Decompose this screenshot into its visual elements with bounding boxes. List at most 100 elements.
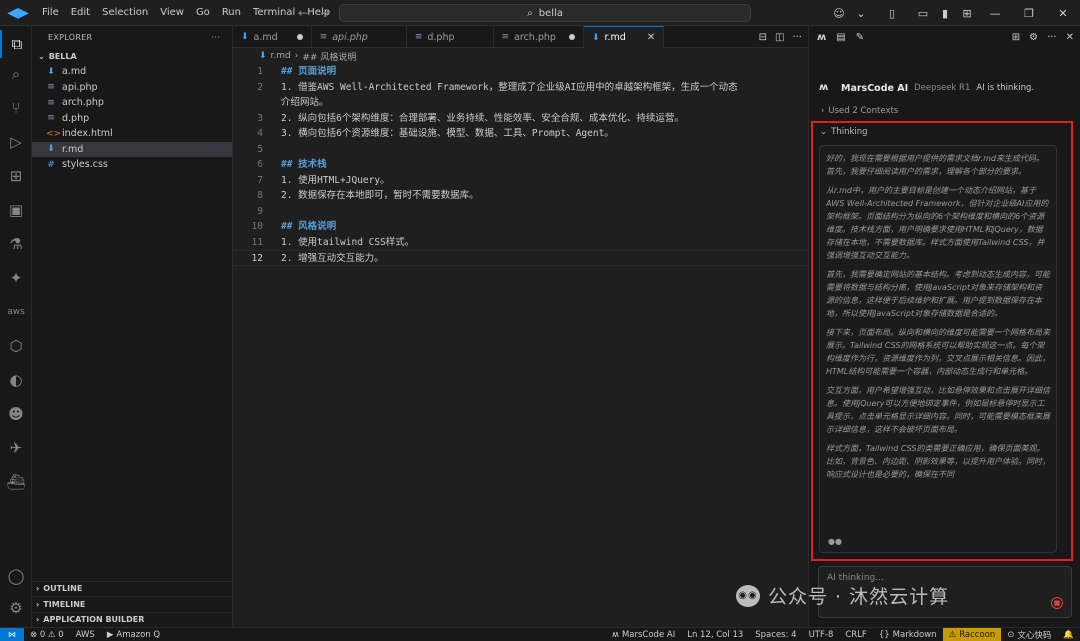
editor-area[interactable]: ⬇ r.md › ## 风格说明 1 ## 页面说明 2 1. 借鉴AWS Well…: [233, 48, 808, 627]
line-number: 4: [257, 128, 263, 139]
file-name: index.html: [62, 128, 113, 140]
open-preview-icon[interactable]: ⊟: [759, 32, 767, 43]
encoding[interactable]: UTF-8: [803, 628, 840, 641]
marscode-status[interactable]: ʍ MarsCode AI: [606, 628, 681, 641]
menu-selection[interactable]: Selection: [96, 0, 154, 26]
file-item-arch-php[interactable]: ≡ arch.php: [32, 95, 232, 111]
status-bar: ⋈ ⊗ 0 ⚠ 0 AWS ▶ Amazon Q ʍ MarsCode AI Ln …: [0, 627, 1080, 641]
line-text: 1. 使用tailwind CSS样式。: [281, 236, 415, 248]
layout-secondary-icon[interactable]: ▮: [934, 7, 956, 20]
remote-indicator-icon[interactable]: ⋈: [0, 627, 24, 641]
marscode-icon[interactable]: ✦: [0, 264, 32, 292]
wenxin-icon: ⊙: [1007, 630, 1015, 640]
notifications-bell-icon[interactable]: 🔔: [1057, 628, 1080, 641]
tab-d-php[interactable]: ≡ d.php: [407, 26, 494, 48]
activity-bar: ⧉ ⌕ ⑂ ▷ ⊞ ▣ ⚗ ✦ aws ⬡ ◐ ☻ ✈ ⛴ ◯ ⚙: [0, 26, 32, 627]
cursor-position[interactable]: Ln 12, Col 13: [681, 628, 749, 641]
search-view-icon[interactable]: ⌕: [0, 60, 32, 88]
line-text: ## 技术栈: [281, 159, 327, 170]
layout-panel-icon[interactable]: ▭: [912, 7, 934, 20]
php-icon: ≡: [501, 32, 510, 42]
extensions-icon[interactable]: ⊞: [0, 162, 32, 190]
contexts-toggle[interactable]: › Used 2 Contexts: [821, 106, 898, 116]
command-center-search[interactable]: ⌕ bella: [339, 4, 751, 22]
stop-generation-button[interactable]: ■: [1051, 597, 1063, 609]
breadcrumb-file[interactable]: r.md: [271, 51, 291, 61]
line-text: 1. 借鉴AWS Well-Architected Framework，整理成了…: [281, 81, 738, 93]
add-icon[interactable]: ⊞: [1012, 32, 1020, 43]
edge-icon[interactable]: ◐: [0, 366, 32, 394]
more-actions-icon[interactable]: ···: [792, 32, 802, 43]
history-icon[interactable]: ▤: [836, 32, 845, 43]
forward-arrow-icon[interactable]: →: [320, 6, 330, 20]
section-outline[interactable]: › OUTLINE: [32, 580, 232, 597]
docker-icon[interactable]: ⛴: [0, 468, 32, 496]
back-arrow-icon[interactable]: ←: [298, 6, 308, 20]
raccoon-status[interactable]: ⚠ Raccoon: [942, 628, 1002, 641]
layout-sidebar-icon[interactable]: ▯: [872, 7, 912, 20]
testing-icon[interactable]: ⚗: [0, 230, 32, 258]
line-text: 2. 纵向包括6个架构维度：合理部署、业务持续、性能效率、安全合规、成本优化、持…: [281, 112, 684, 124]
chevron-down-icon[interactable]: ⌄: [850, 7, 872, 20]
breadcrumb-section[interactable]: ## 风格说明: [302, 50, 356, 63]
remote-explorer-icon[interactable]: ▣: [0, 196, 32, 224]
section-timeline[interactable]: › TIMELINE: [32, 596, 232, 612]
run-debug-icon[interactable]: ▷: [0, 128, 32, 156]
line-ending[interactable]: CRLF: [839, 628, 872, 641]
loading-dots-icon: ●●: [828, 537, 842, 546]
section-application-builder[interactable]: › APPLICATION BUILDER: [32, 611, 232, 628]
settings-gear-icon[interactable]: ⚙: [0, 594, 32, 622]
restore-icon[interactable]: ❐: [1012, 7, 1046, 20]
raccoon-icon[interactable]: ☻: [0, 400, 32, 428]
marscode-logo-icon: ʍ: [819, 82, 829, 93]
sidebar-sections: › OUTLINE › TIMELINE › APPLICATION BUILD…: [32, 580, 232, 628]
menu-go[interactable]: Go: [190, 0, 216, 26]
split-editor-icon[interactable]: ◫: [775, 32, 784, 43]
menu-file[interactable]: File: [36, 0, 65, 26]
file-item-a-md[interactable]: ⬇ a.md: [32, 64, 232, 80]
indentation[interactable]: Spaces: 4: [749, 628, 802, 641]
settings-gear-icon[interactable]: ⚙: [1029, 32, 1038, 43]
file-item-styles-css[interactable]: # styles.css: [32, 157, 232, 173]
line-text: ## 风格说明: [281, 221, 337, 232]
title-right-controls: ☺ ⌄ ▯ ▭ ▮ ⊞ — ❐ ✕: [828, 0, 1080, 26]
new-file-icon[interactable]: ✎: [856, 32, 864, 43]
thinking-toggle[interactable]: ⌄ Thinking: [820, 127, 868, 137]
aws-status[interactable]: AWS: [70, 628, 101, 641]
close-tab-icon[interactable]: ✕: [647, 32, 655, 43]
plane-icon[interactable]: ✈: [0, 434, 32, 462]
more-actions-icon[interactable]: ···: [211, 33, 220, 42]
explorer-header: EXPLORER ···: [32, 26, 232, 48]
problems-indicator[interactable]: ⊗ 0 ⚠ 0: [24, 628, 70, 641]
close-icon[interactable]: ✕: [1046, 7, 1080, 20]
customize-layout-icon[interactable]: ⊞: [956, 7, 978, 20]
marscode-logo-icon[interactable]: ʍ: [817, 32, 826, 43]
folder-bella[interactable]: ⌄ BELLA: [32, 48, 232, 64]
aws-icon[interactable]: aws: [0, 298, 32, 326]
minimize-icon[interactable]: —: [978, 7, 1012, 20]
tab-a-md[interactable]: ⬇ a.md: [233, 26, 312, 48]
wenxin-status[interactable]: ⊙ 文心快码: [1001, 628, 1057, 641]
tab-api-php[interactable]: ≡ api.php: [312, 26, 407, 48]
explorer-icon[interactable]: ⧉: [0, 30, 32, 58]
php-icon: ≡: [47, 97, 55, 108]
menu-run[interactable]: Run: [216, 0, 247, 26]
menu-edit[interactable]: Edit: [65, 0, 96, 26]
tab-arch-php[interactable]: ≡ arch.php: [494, 26, 584, 48]
account-icon[interactable]: ◯: [0, 562, 32, 590]
source-control-icon[interactable]: ⑂: [0, 94, 32, 122]
file-item-index-html[interactable]: <> index.html: [32, 126, 232, 142]
more-actions-icon[interactable]: ···: [1047, 32, 1057, 43]
amazon-q-status[interactable]: ▶ Amazon Q: [101, 628, 166, 641]
tab-label: r.md: [604, 32, 626, 43]
file-item-d-php[interactable]: ≡ d.php: [32, 111, 232, 127]
tab-r-md[interactable]: ⬇ r.md ✕: [583, 26, 665, 48]
file-item-api-php[interactable]: ≡ api.php: [32, 80, 232, 96]
menu-view[interactable]: View: [154, 0, 190, 26]
hexagon-icon[interactable]: ⬡: [0, 332, 32, 360]
close-icon[interactable]: ✕: [1066, 32, 1074, 43]
language-mode[interactable]: {} Markdown: [873, 628, 943, 641]
file-item-r-md[interactable]: ⬇ r.md: [32, 141, 232, 157]
menu-terminal[interactable]: Terminal: [247, 0, 301, 26]
copilot-icon[interactable]: ☺: [828, 7, 850, 20]
